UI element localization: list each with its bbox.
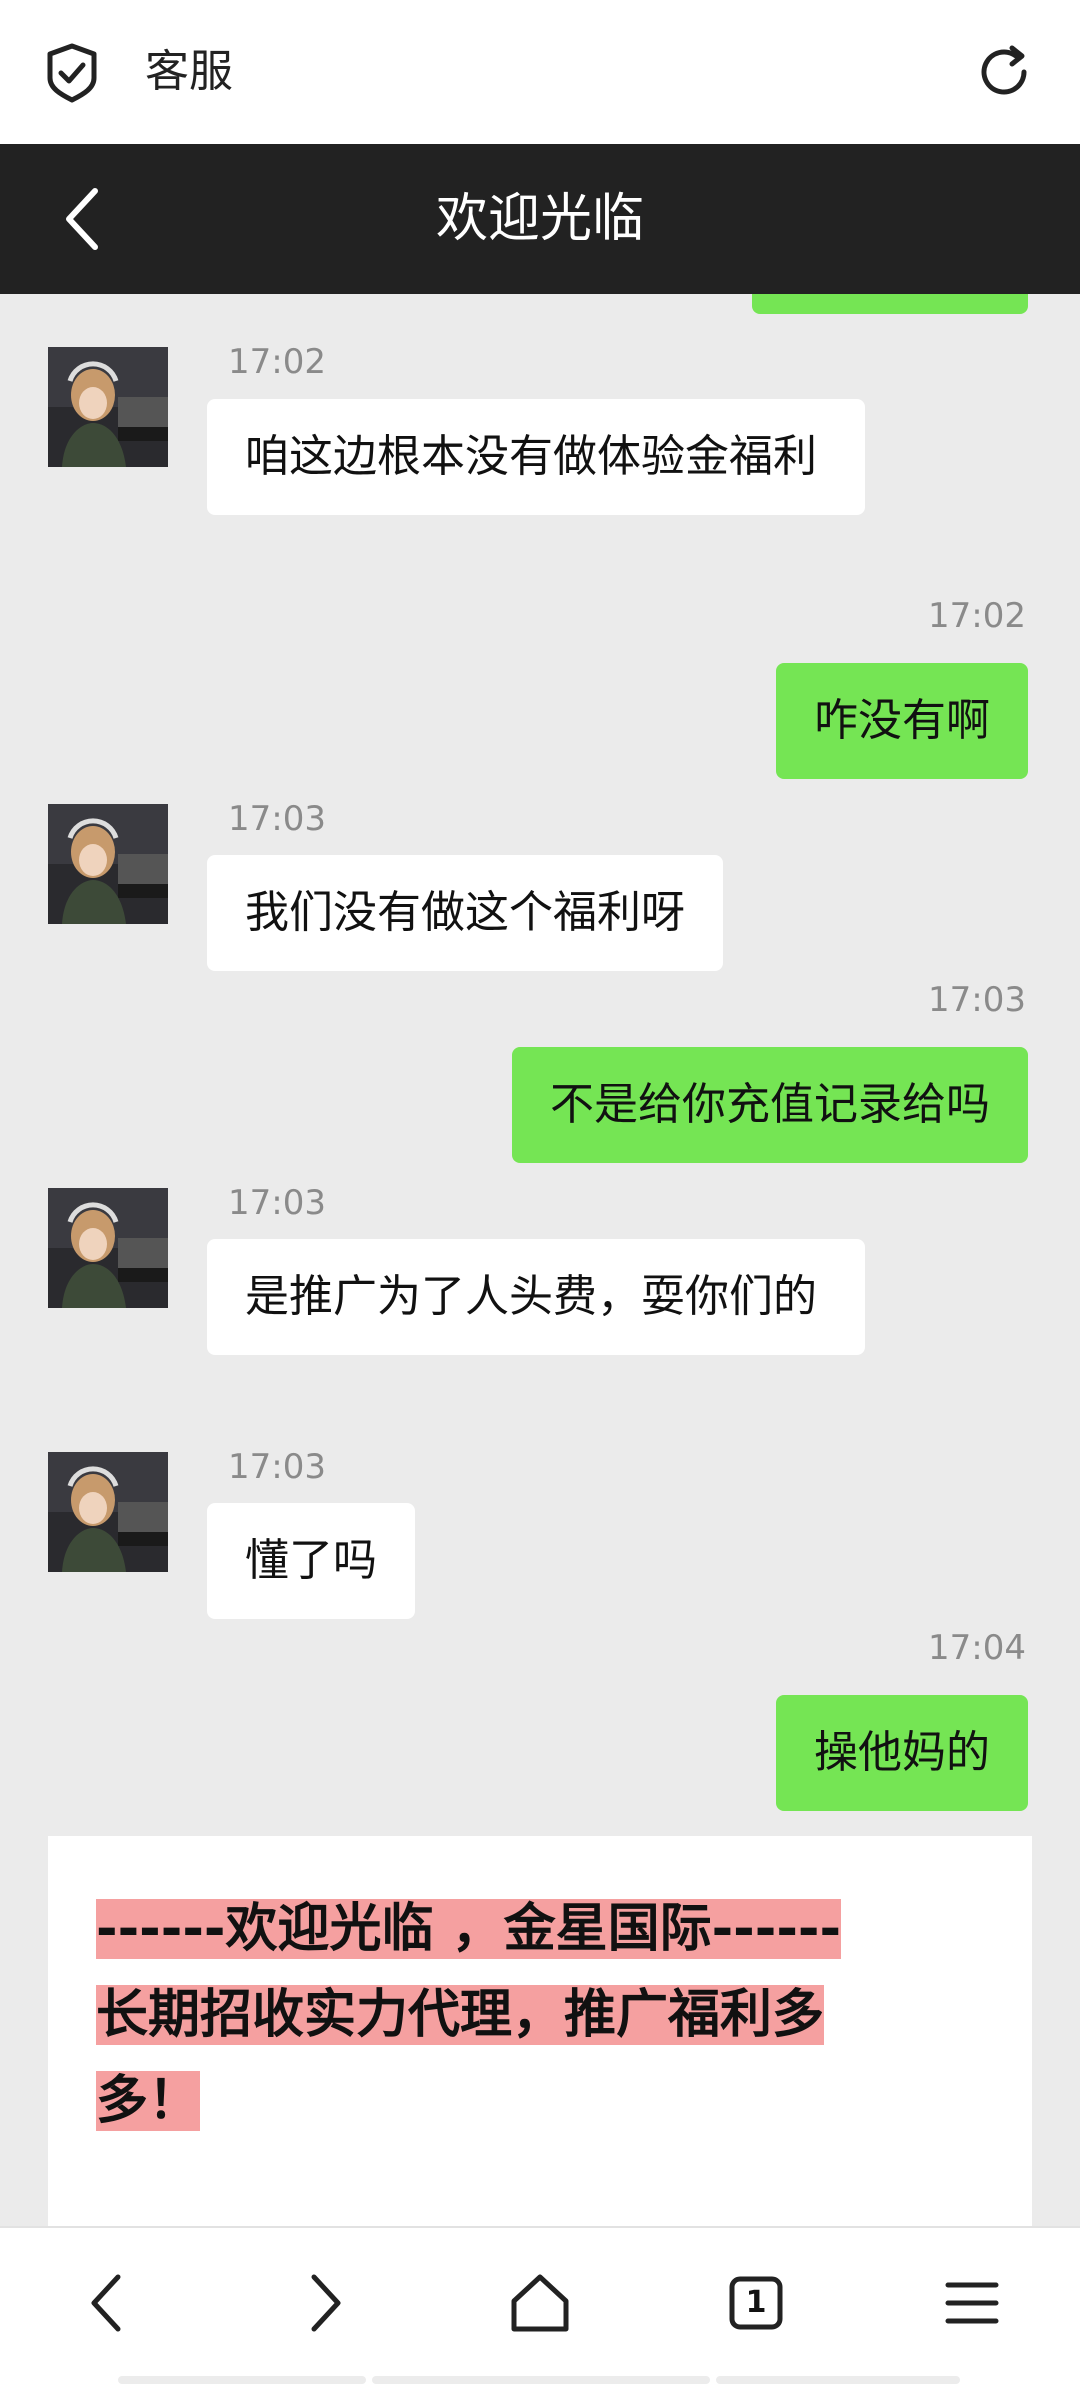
- message-time: 17:02: [228, 342, 326, 382]
- message-time: 17:03: [228, 799, 326, 839]
- message-time: 17:02: [928, 596, 1026, 636]
- message-time: 17:03: [228, 1447, 326, 1487]
- message-time: 17:04: [928, 1628, 1026, 1668]
- page-indicator: [716, 2376, 960, 2384]
- chat-title: 欢迎光临: [435, 189, 644, 249]
- incoming-message-bubble[interactable]: 我们没有做这个福利呀: [207, 855, 723, 971]
- menu-icon[interactable]: [932, 2263, 1012, 2343]
- page-title: 客服: [145, 46, 233, 97]
- announcement-line-1: ------欢迎光临 ，金星国际------: [96, 1899, 842, 1959]
- announcement-card: ------欢迎光临 ，金星国际------ 长期招收实力代理，推广福利多多！: [48, 1836, 1032, 2226]
- previous-message-bubble: [752, 294, 1028, 314]
- forward-icon[interactable]: [284, 2263, 364, 2343]
- message-time: 17:03: [228, 1183, 326, 1223]
- refresh-icon[interactable]: [972, 40, 1036, 104]
- tab-count: 1: [745, 2285, 767, 2320]
- home-icon[interactable]: [500, 2263, 580, 2343]
- incoming-message-bubble[interactable]: 懂了吗: [207, 1503, 415, 1619]
- tabs-icon[interactable]: 1: [716, 2263, 796, 2343]
- browser-top-bar: 客服: [0, 0, 1080, 144]
- chat-area[interactable]: 17:02 咱这边根本没有做体验金福利 17:02 咋没有啊 17:03 我们没…: [0, 294, 1080, 2226]
- outgoing-message-bubble[interactable]: 不是给你充值记录给吗: [512, 1047, 1028, 1163]
- outgoing-message-bubble[interactable]: 操他妈的: [776, 1695, 1028, 1811]
- message-time: 17:03: [928, 980, 1026, 1020]
- avatar[interactable]: [48, 347, 168, 467]
- incoming-message-bubble[interactable]: 是推广为了人头费，耍你们的: [207, 1239, 865, 1355]
- outgoing-message-bubble[interactable]: 咋没有啊: [776, 663, 1028, 779]
- avatar[interactable]: [48, 1452, 168, 1572]
- shield-check-icon[interactable]: [40, 40, 104, 104]
- avatar[interactable]: [48, 1188, 168, 1308]
- announcement-line-2: 长期招收实力代理，推广福利多多！: [96, 1985, 825, 2131]
- page-indicator: [372, 2376, 710, 2384]
- incoming-message-bubble[interactable]: 咱这边根本没有做体验金福利: [207, 399, 865, 515]
- avatar[interactable]: [48, 804, 168, 924]
- page-indicator: [118, 2376, 366, 2384]
- chat-header: 欢迎光临: [0, 144, 1080, 294]
- back-icon[interactable]: [68, 2263, 148, 2343]
- browser-bottom-nav: 1: [0, 2226, 1080, 2388]
